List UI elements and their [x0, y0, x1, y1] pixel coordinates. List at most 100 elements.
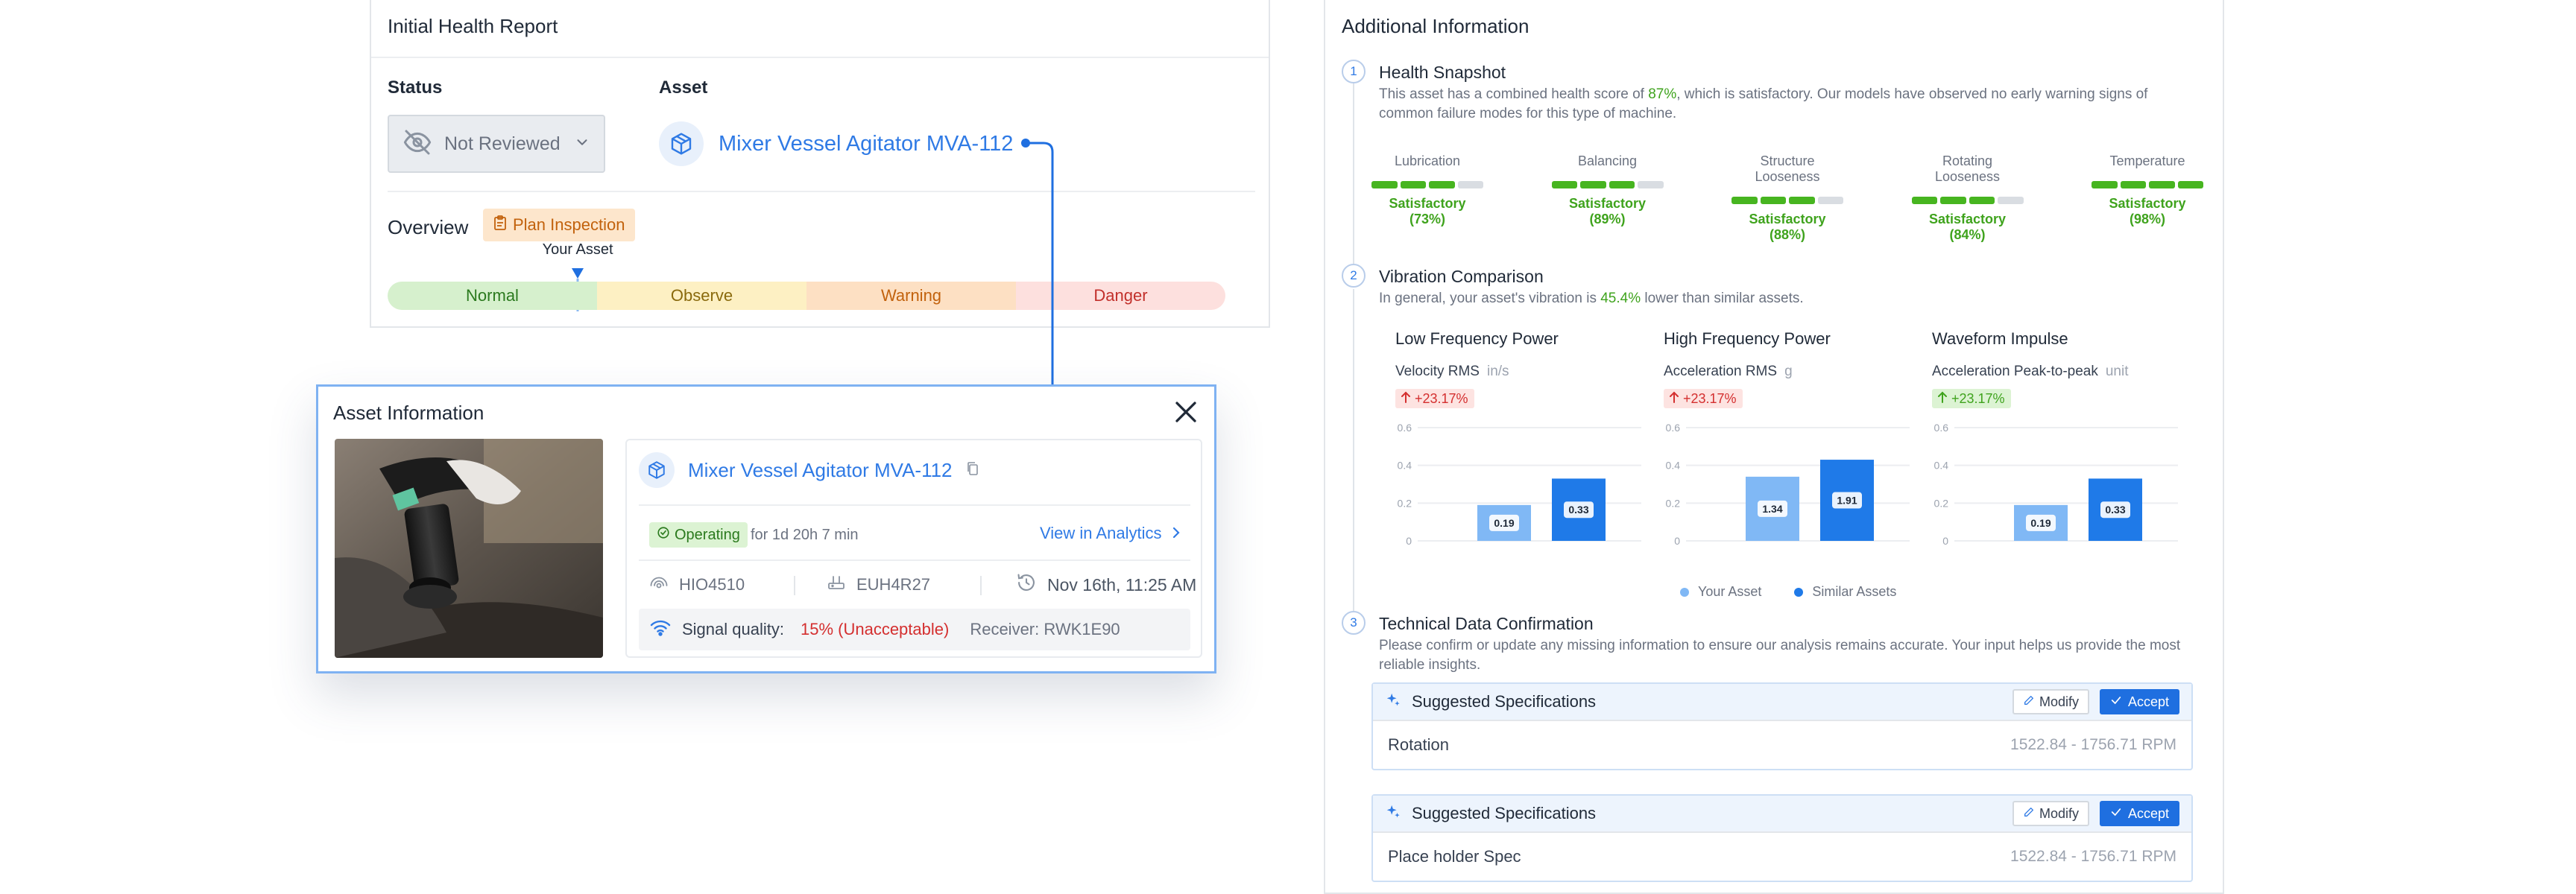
metric-status: Satisfactory (98%): [2109, 196, 2186, 226]
data-label: 1.91: [1837, 495, 1857, 507]
metric-segment: [1789, 197, 1815, 204]
status-dropdown[interactable]: Not Reviewed: [388, 115, 605, 173]
accept-button[interactable]: Accept: [2099, 801, 2179, 826]
divider: [371, 57, 1269, 58]
y-tick-label: 0: [1406, 535, 1412, 547]
metric-status: Satisfactory (89%): [1568, 196, 1647, 226]
legend-swatch: [1794, 587, 1804, 597]
asset-name: Mixer Vessel Agitator MVA-112: [719, 131, 1014, 156]
gateway-id: EUH4R27: [827, 567, 930, 603]
health-metrics-row: Lubrication Satisfactory (73%) Balancing…: [1371, 153, 2203, 243]
eye-off-icon: [402, 127, 432, 161]
step-number-1: 1: [1342, 60, 1366, 83]
separator: [980, 576, 982, 595]
chart-ylabel: Acceleration Peak-to-peak: [1932, 364, 2098, 379]
metric-segment: [1760, 197, 1786, 204]
spec-header: Suggested Specifications Modify Accept: [1373, 796, 2191, 831]
desc-text: In general, your asset's vibration is: [1379, 291, 1601, 306]
overview-label: Overview: [388, 216, 469, 238]
metric-rotating-looseness: Rotating Looseness Satisfactory (84%): [1911, 153, 2024, 243]
asset-information-panel: Asset Information Mixer Vessel Agitator …: [316, 384, 1216, 673]
metric-name: Balancing: [1577, 153, 1638, 168]
metric-bar: [1731, 197, 1843, 204]
metric-status: Satisfactory (73%): [1389, 196, 1466, 226]
sensor-id-value: HIO4510: [679, 575, 745, 594]
chart-delta: +23.17%: [1683, 390, 1737, 406]
copy-icon[interactable]: [966, 461, 979, 480]
y-tick-label: 0.4: [1398, 460, 1412, 472]
sensor-id: HIO4510: [649, 567, 745, 603]
vibration-comparison-description: In general, your asset's vibration is 45…: [1379, 289, 1804, 308]
plan-inspection-label: Plan Inspection: [513, 215, 625, 234]
asset-link[interactable]: Mixer Vessel Agitator MVA-112: [639, 452, 979, 488]
asset-link[interactable]: Mixer Vessel Agitator MVA-112: [659, 118, 1013, 170]
plan-inspection-badge[interactable]: Plan Inspection: [483, 209, 636, 241]
signal-label: Signal quality:: [682, 620, 784, 638]
wifi-icon: [649, 618, 672, 641]
y-tick-label: 0.2: [1666, 497, 1681, 509]
data-label: 0.19: [2030, 517, 2051, 529]
sensor-signal-icon: [649, 574, 669, 596]
data-label: 0.19: [1494, 517, 1514, 529]
status-value: Not Reviewed: [444, 133, 561, 154]
metric-segment: [1998, 197, 2024, 204]
metric-segment: [2149, 181, 2175, 188]
clipboard-icon: [493, 215, 507, 235]
asset-label: Asset: [659, 77, 708, 98]
metric-segment: [1609, 181, 1635, 188]
check-circle-icon: [657, 526, 670, 544]
metric-segment: [2120, 181, 2146, 188]
spec-header-title: Suggested Specifications: [1412, 692, 1597, 711]
panel-title: Additional Information: [1342, 15, 1530, 37]
bar-chart: 0 0.2 0.4 0.6 0.19 0.33: [1934, 422, 2178, 547]
metric-name: Structure Looseness: [1755, 153, 1820, 184]
view-in-analytics-link[interactable]: View in Analytics: [1040, 524, 1181, 543]
accept-button[interactable]: Accept: [2099, 689, 2179, 714]
metric-segment: [1940, 197, 1966, 204]
chevron-right-icon: [1172, 524, 1181, 543]
view-analytics-label: View in Analytics: [1040, 524, 1162, 542]
metric-segment: [1371, 181, 1398, 188]
operating-badge: Operating: [649, 522, 748, 548]
y-tick-label: 0.2: [1934, 497, 1949, 509]
metric-name: Lubrication: [1394, 153, 1461, 168]
asset-cube-icon: [639, 452, 675, 488]
chart-legend: Your Asset Similar Assets: [1680, 584, 1896, 600]
technical-data-title: Technical Data Confirmation: [1379, 614, 1594, 633]
metric-balancing: Balancing Satisfactory (89%): [1551, 153, 1664, 243]
divider: [388, 191, 1255, 192]
y-tick-label: 0.6: [1398, 422, 1412, 434]
y-tick-label: 0.6: [1934, 422, 1949, 434]
chart-delta-badge: +23.17%: [1932, 389, 2011, 408]
accept-label: Accept: [2127, 694, 2169, 709]
asset-cube-icon: [659, 121, 704, 166]
separator: [794, 576, 795, 595]
signal-quality-row: Signal quality: 15% (Unacceptable) Recei…: [639, 609, 1190, 650]
chart-metric: Velocity RMS in/s: [1395, 364, 1649, 380]
close-icon[interactable]: [1172, 399, 1199, 425]
arrow-up-icon: [1401, 391, 1410, 407]
chart-delta: +23.17%: [1951, 390, 2005, 406]
additional-information-panel: Additional Information 1 2 3 Health Snap…: [1324, 0, 2224, 894]
chart-ylabel: Acceleration RMS: [1664, 364, 1778, 379]
metric-segment: [1400, 181, 1426, 188]
chart-title: Low Frequency Power: [1395, 329, 1559, 348]
desc-text: This asset has a combined health score o…: [1379, 86, 1649, 102]
step-number-2: 2: [1342, 264, 1366, 288]
step-number-3: 3: [1342, 611, 1366, 635]
chart-delta: +23.17%: [1415, 390, 1468, 406]
legend-similar-assets: Similar Assets: [1794, 584, 1896, 600]
chart-title: High Frequency Power: [1664, 329, 1831, 348]
metric-lubrication: Lubrication Satisfactory (73%): [1371, 153, 1483, 243]
connector-line: [1021, 139, 1054, 390]
modify-button[interactable]: Modify: [2012, 689, 2089, 714]
technical-data-description: Please confirm or update any missing inf…: [1379, 638, 2181, 673]
chart-high-frequency-power: High Frequency Power Acceleration RMS g +…: [1664, 329, 1917, 556]
metric-status: Satisfactory (88%): [1749, 212, 1826, 242]
initial-health-report-panel: Initial Health Report Status Asset Not R…: [370, 0, 1270, 328]
modify-button[interactable]: Modify: [2012, 801, 2089, 826]
desc-text: lower than similar assets.: [1641, 291, 1804, 306]
spec-row: Rotation 1522.84 - 1756.71 RPM: [1373, 720, 2191, 769]
panel-title: Initial Health Report: [388, 15, 558, 37]
check-icon: [2110, 806, 2122, 822]
